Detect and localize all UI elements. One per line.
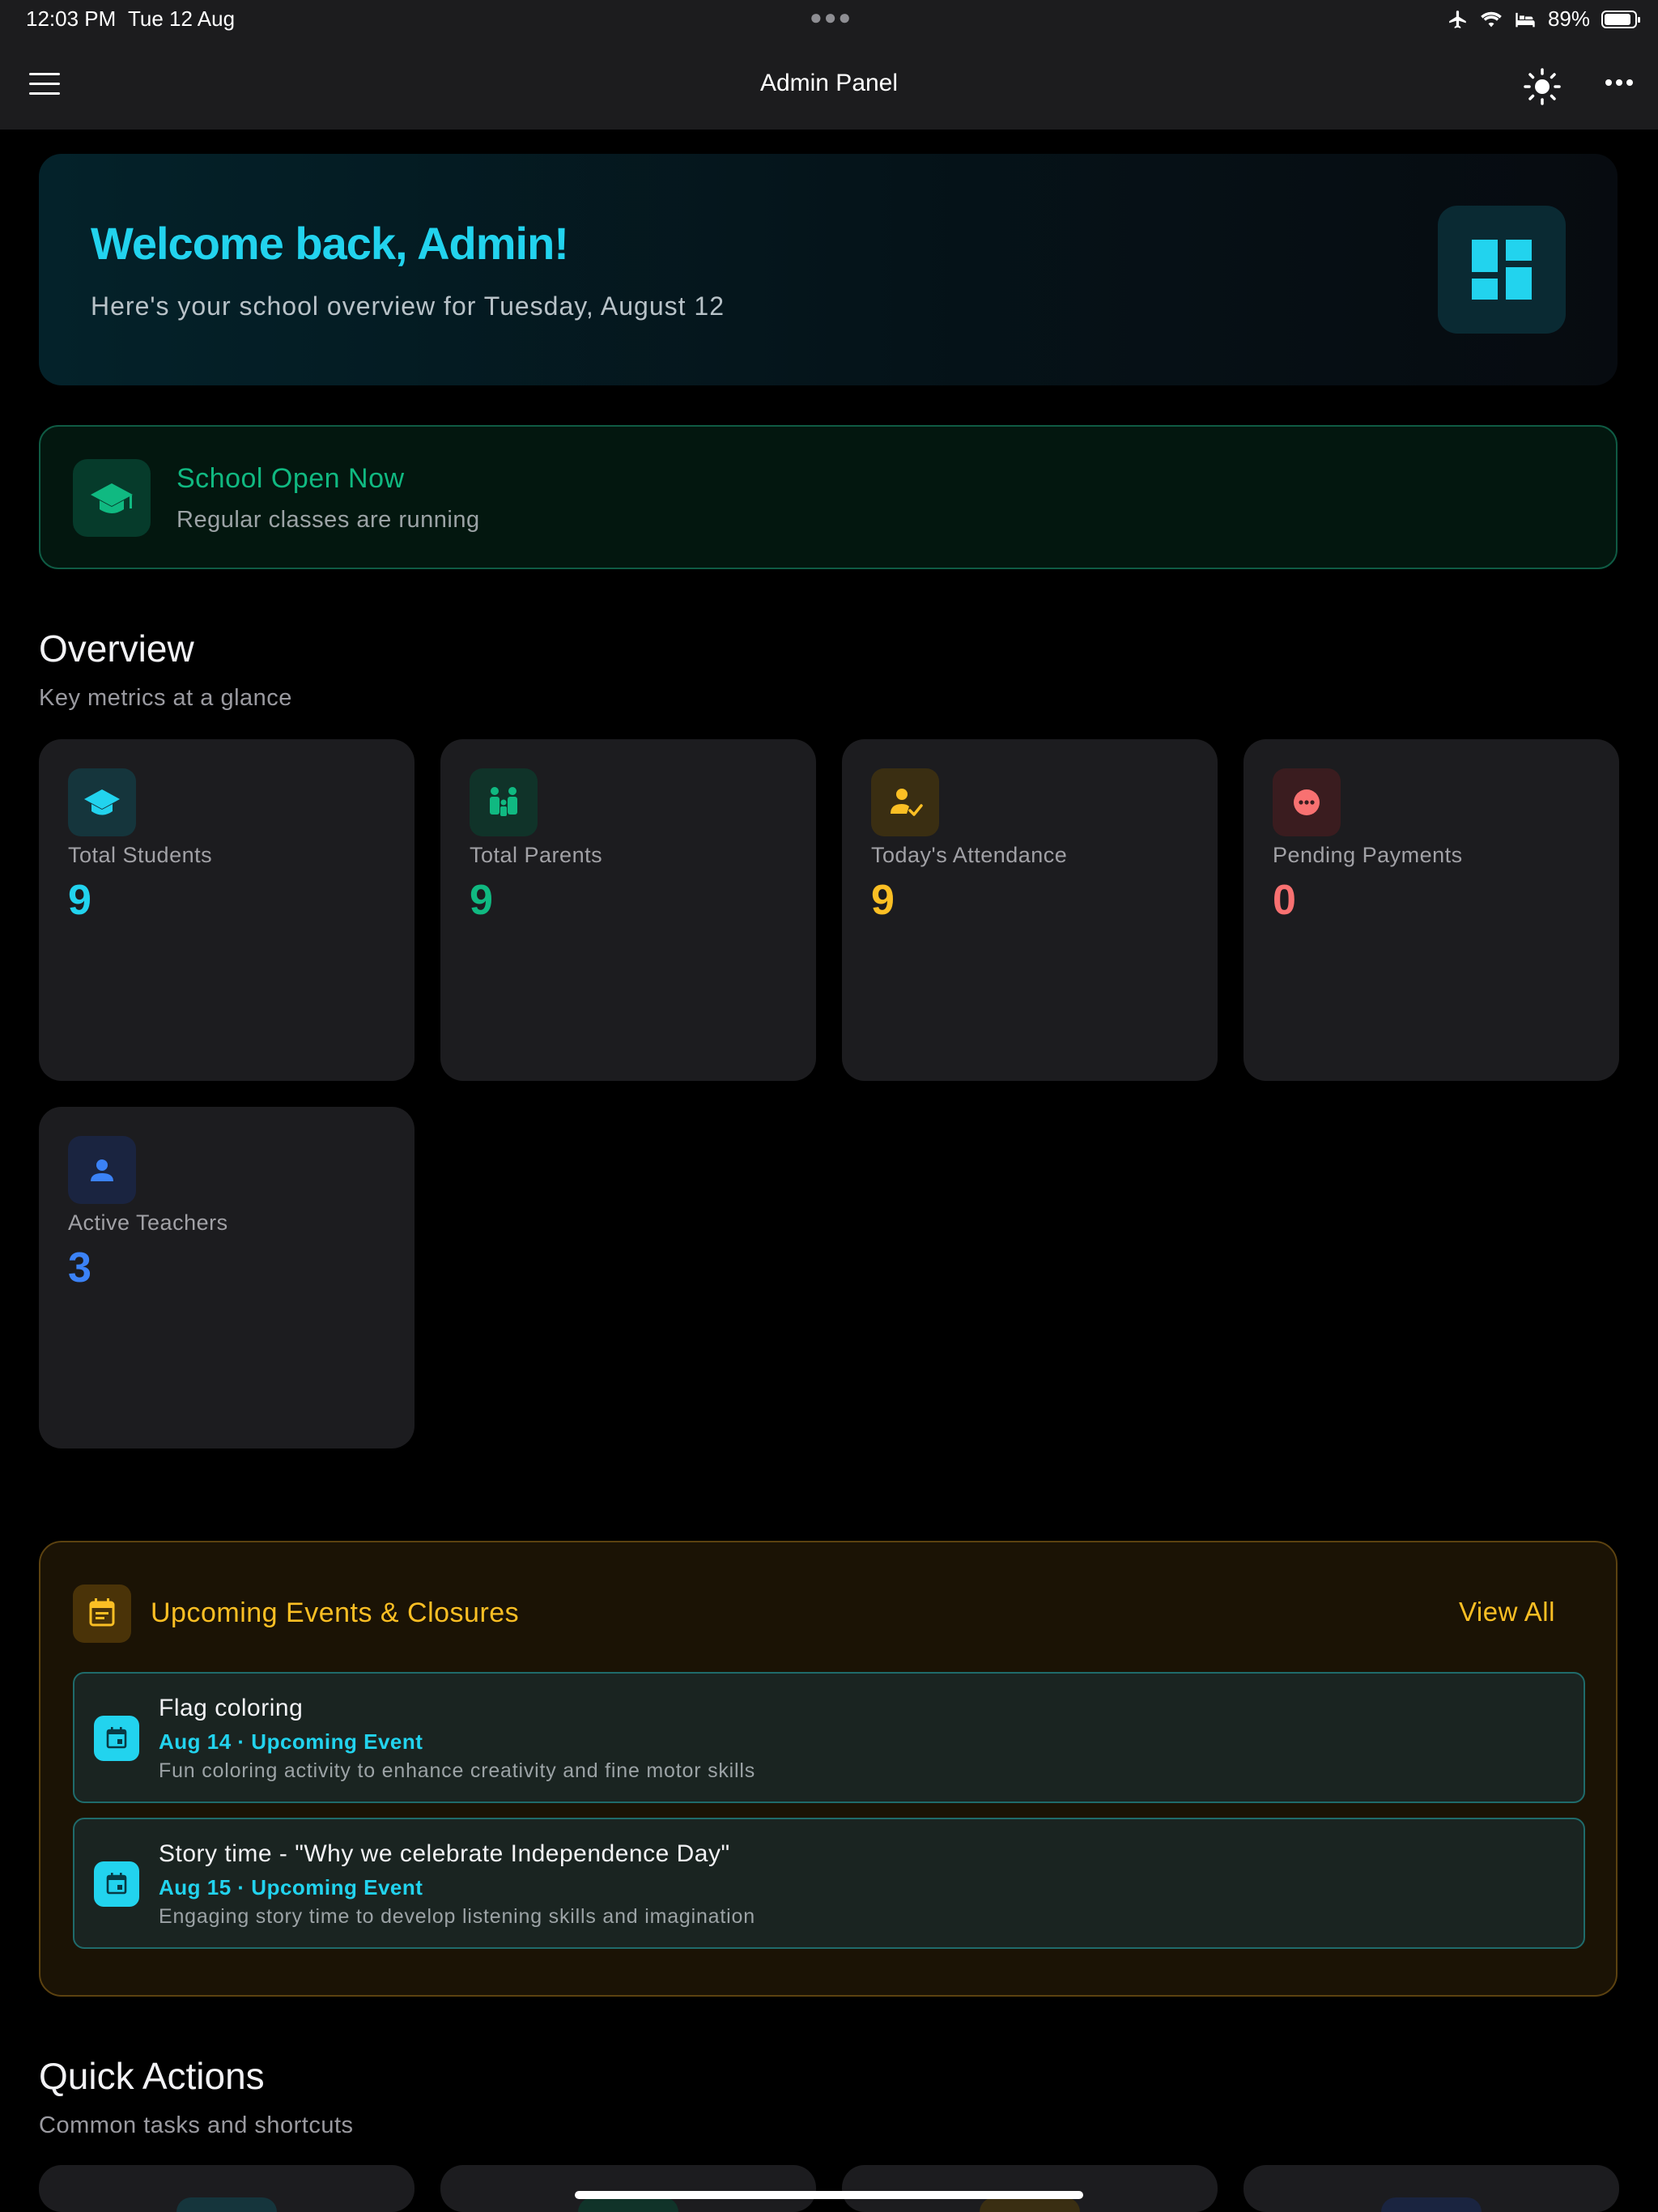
stat-value: 0 (1273, 877, 1296, 924)
quick-actions-subtitle: Common tasks and shortcuts (39, 2112, 354, 2138)
quick-action-icon (578, 2197, 678, 2212)
event-meta: Aug 15 · Upcoming Event (159, 1875, 423, 1899)
stat-label: Active Teachers (68, 1210, 228, 1235)
wifi-icon (1481, 11, 1502, 27)
view-all-events-button[interactable]: View All (1459, 1597, 1555, 1627)
welcome-subtitle: Here's your school overview for Tuesday,… (91, 291, 725, 321)
graduation-cap-icon (91, 483, 133, 513)
stat-value: 9 (68, 877, 91, 924)
event-icon-tile (94, 1861, 139, 1907)
person-icon (91, 1159, 113, 1181)
stat-icon-tile (68, 768, 136, 836)
welcome-title: Welcome back, Admin! (91, 218, 569, 269)
school-status-icon-tile (73, 459, 151, 537)
calendar-icon (89, 1598, 115, 1627)
stat-label: Pending Payments (1273, 843, 1463, 867)
event-title: Flag coloring (159, 1695, 304, 1721)
stat-icon-tile (68, 1136, 136, 1204)
dashboard-icon (1472, 240, 1532, 300)
status-indicators: 89% (1448, 6, 1640, 32)
event-description: Engaging story time to develop listening… (159, 1905, 755, 1928)
page-title: Admin Panel (759, 70, 899, 96)
quick-action-icon (980, 2197, 1080, 2212)
stat-value: 9 (470, 877, 493, 924)
quick-action-icon (1381, 2197, 1482, 2212)
family-icon (490, 787, 517, 816)
stat-value: 3 (68, 1244, 91, 1291)
event-meta: Aug 14 · Upcoming Event (159, 1729, 423, 1754)
school-status-subtitle: Regular classes are running (176, 507, 480, 533)
status-date: Tue 12 Aug (128, 6, 236, 31)
school-status-title: School Open Now (176, 463, 405, 494)
overview-title: Overview (39, 627, 194, 670)
dashboard-tile (1438, 206, 1566, 334)
sleep-bed-icon (1516, 12, 1535, 27)
attendance-check-icon (891, 789, 923, 816)
school-status-card (39, 425, 1618, 569)
welcome-banner (39, 154, 1618, 385)
home-indicator[interactable] (575, 2191, 1083, 2199)
event-calendar-icon (106, 1873, 127, 1895)
more-options-icon[interactable] (1605, 78, 1634, 87)
quick-actions-title: Quick Actions (39, 2055, 265, 2097)
status-time: 12:03 PM (26, 6, 117, 31)
pending-dots-icon (1294, 789, 1320, 815)
airplane-icon (1449, 10, 1466, 28)
stat-icon-tile (470, 768, 538, 836)
stat-label: Today's Attendance (871, 843, 1068, 867)
stat-value: 9 (871, 877, 895, 924)
theme-toggle-sun-icon[interactable] (1522, 66, 1562, 107)
graduation-cap-icon (84, 789, 120, 815)
stat-label: Total Parents (470, 843, 603, 867)
stat-label: Total Students (68, 843, 213, 867)
event-calendar-icon (106, 1727, 127, 1749)
stat-icon-tile (1273, 768, 1341, 836)
overview-subtitle: Key metrics at a glance (39, 685, 292, 711)
event-icon-tile (94, 1716, 139, 1761)
event-description: Fun coloring activity to enhance creativ… (159, 1759, 756, 1782)
events-title: Upcoming Events & Closures (151, 1597, 520, 1628)
multitasking-dots-icon[interactable]: ●●● (810, 5, 852, 30)
battery-icon (1601, 10, 1640, 28)
events-icon-tile (73, 1585, 131, 1643)
stat-icon-tile (871, 768, 939, 836)
battery-percent: 89% (1547, 6, 1590, 31)
quick-action-icon (176, 2197, 277, 2212)
event-title: Story time - "Why we celebrate Independe… (159, 1840, 730, 1867)
